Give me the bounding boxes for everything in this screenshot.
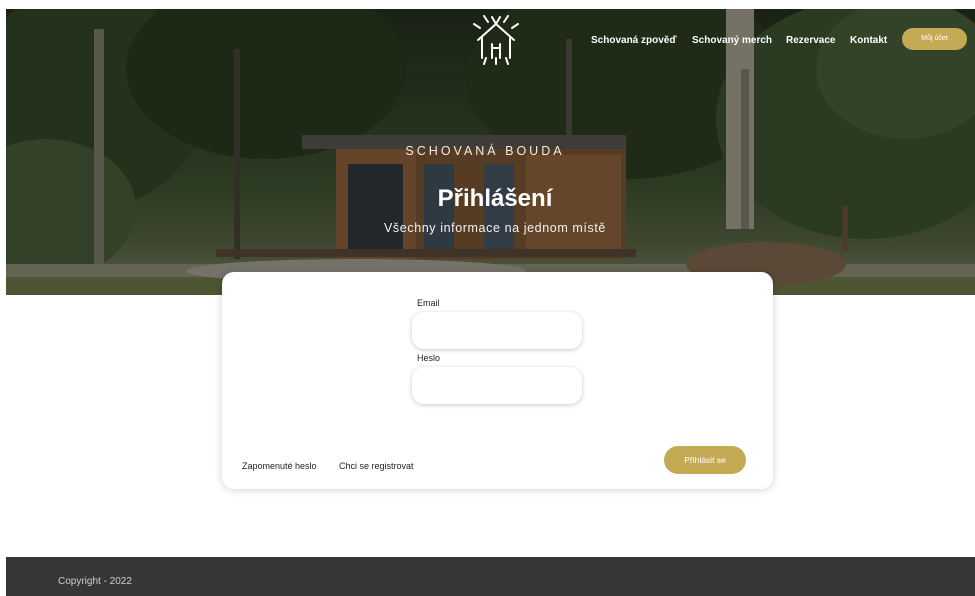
register-link[interactable]: Chci se registrovat (339, 461, 414, 471)
copyright-text: Copyright - 2022 (58, 576, 132, 587)
my-account-button[interactable]: Můj účet (902, 28, 967, 50)
email-field[interactable] (412, 312, 582, 349)
password-field[interactable] (412, 367, 582, 404)
nav-link-rezervace[interactable]: Rezervace (786, 34, 835, 48)
nav-link-merch[interactable]: Schovaný merch (692, 34, 772, 48)
forgot-password-link[interactable]: Zapomenuté heslo (242, 461, 317, 471)
email-label: Email (417, 298, 440, 308)
cabin-branches-logo-icon[interactable] (470, 14, 522, 66)
page-subtitle: Všechny informace na jednom místě (384, 221, 606, 235)
page-title: Přihlášení (437, 185, 553, 212)
nav-link-kontakt[interactable]: Kontakt (850, 34, 887, 48)
footer: Copyright - 2022 (6, 557, 975, 596)
password-label: Heslo (417, 353, 441, 363)
page: Schovaná zpověď Schovaný merch Rezervace… (0, 0, 975, 596)
hero-kicker: SCHOVANÁ BOUDA (405, 144, 565, 158)
login-button[interactable]: Přihlásit se (664, 446, 746, 474)
login-card: Email Heslo Zapomenuté heslo Chci se reg… (222, 272, 773, 489)
nav-link-zpoved[interactable]: Schovaná zpověď (591, 34, 677, 48)
